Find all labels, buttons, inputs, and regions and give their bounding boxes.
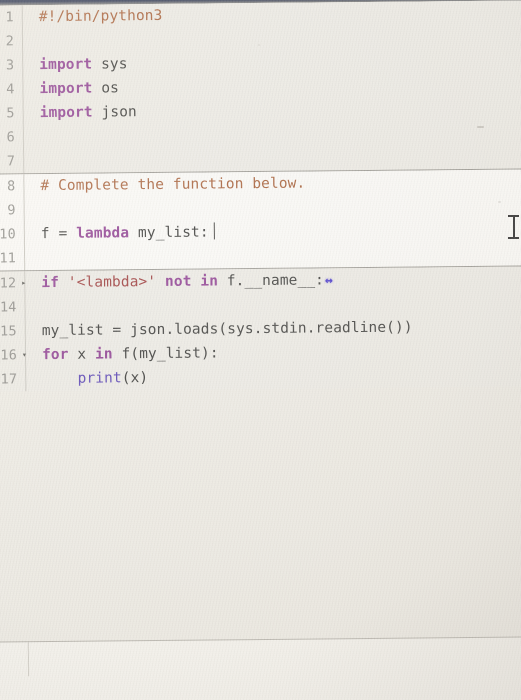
line-gutter: 17 bbox=[0, 367, 33, 391]
line-number: 3 bbox=[5, 57, 15, 74]
line-gutter: 7 bbox=[0, 149, 31, 173]
token-string: '<lambda>' bbox=[67, 273, 157, 291]
token-comment: #!/bin/python3 bbox=[38, 7, 163, 26]
line-gutter: 14 bbox=[0, 295, 33, 319]
token-plain: x bbox=[68, 346, 96, 363]
code-lines-editable: 8 # Complete the function below. 9 10 f = la… bbox=[0, 169, 521, 270]
line-number: 15 bbox=[0, 323, 17, 340]
token-keyword: not in bbox=[164, 272, 219, 290]
line-number: 4 bbox=[6, 81, 15, 98]
bottom-panel[interactable] bbox=[0, 636, 521, 700]
line-gutter: 9 bbox=[0, 198, 32, 222]
line-number: 17 bbox=[0, 371, 18, 388]
code-lines-header: 1 #!/bin/python3 2 3 import sys 4 import os 5 im… bbox=[0, 0, 521, 173]
line-gutter: 11 bbox=[0, 246, 32, 270]
line-number: 1 bbox=[5, 9, 14, 26]
code-region-editable[interactable]: 8 # Complete the function below. 9 10 f = la… bbox=[0, 169, 521, 271]
token-keyword: import bbox=[39, 80, 93, 98]
token-plain: os bbox=[92, 80, 120, 97]
line-gutter: 10 bbox=[0, 222, 32, 246]
mouse-ibeam-cursor bbox=[508, 214, 519, 240]
code-text[interactable] bbox=[32, 205, 521, 210]
line-gutter: 16 ▾ bbox=[0, 343, 33, 367]
token-comment: # Complete the function below. bbox=[40, 175, 306, 195]
token-plain: f = bbox=[40, 225, 77, 243]
code-line: 17 print(x) bbox=[0, 362, 521, 391]
line-gutter: 3 bbox=[0, 53, 30, 77]
line-number: 9 bbox=[7, 202, 16, 219]
line-gutter: 1 bbox=[0, 5, 30, 29]
token-plain: json bbox=[92, 104, 137, 121]
token-plain: sys bbox=[92, 56, 128, 73]
code-region-header-locked: 1 #!/bin/python3 2 3 import sys 4 import os 5 im… bbox=[0, 0, 521, 174]
token-keyword: if bbox=[41, 274, 60, 291]
code-region-footer-locked: 12 ▸ if '<lambda>' not in f.__name__:↔ 14 15… bbox=[0, 266, 521, 392]
photo-speck bbox=[498, 201, 501, 203]
line-gutter: 15 bbox=[0, 319, 33, 343]
token-keyword: lambda bbox=[76, 225, 130, 242]
line-number: 2 bbox=[5, 33, 15, 50]
token-keyword: import bbox=[39, 104, 93, 122]
code-text: print(x) bbox=[33, 362, 521, 391]
token-plain: (x) bbox=[121, 370, 149, 387]
fold-collapsed-icon[interactable]: ▸ bbox=[19, 278, 28, 287]
fold-expanded-icon[interactable]: ▾ bbox=[20, 350, 29, 359]
line-gutter: 8 bbox=[0, 174, 32, 198]
collapsed-fold-indicator[interactable]: ↔ bbox=[325, 269, 333, 293]
token-plain: f(my_list): bbox=[112, 345, 219, 363]
editor-photo-plane: 1 #!/bin/python3 2 3 import sys 4 import os 5 im… bbox=[0, 0, 521, 700]
line-gutter: 2 bbox=[0, 29, 30, 53]
text-caret bbox=[213, 222, 216, 240]
line-number: 16 bbox=[0, 347, 18, 364]
line-gutter: 4 bbox=[0, 77, 31, 101]
code-text[interactable] bbox=[32, 253, 521, 258]
line-gutter: 6 bbox=[0, 125, 31, 149]
code-lines-footer: 12 ▸ if '<lambda>' not in f.__name__:↔ 14 15… bbox=[0, 266, 521, 391]
token-builtin: print bbox=[77, 370, 122, 387]
line-number: 8 bbox=[7, 178, 16, 195]
photo-speck bbox=[477, 126, 484, 128]
line-number: 5 bbox=[6, 105, 15, 122]
token-keyword: in bbox=[94, 346, 113, 363]
line-gutter: 5 bbox=[0, 101, 31, 125]
token-keyword: for bbox=[41, 346, 69, 364]
screenshot-root: 1 #!/bin/python3 2 3 import sys 4 import os 5 im… bbox=[0, 0, 521, 700]
line-number: 10 bbox=[0, 226, 16, 243]
token-plain: my_list: bbox=[129, 224, 209, 242]
token-plain: my_list = json.loads(sys.stdin.readline(… bbox=[41, 319, 413, 340]
line-number: 7 bbox=[6, 153, 16, 170]
line-number: 14 bbox=[0, 299, 17, 316]
line-number: 11 bbox=[0, 250, 17, 267]
token-plain: f.__name__: bbox=[217, 271, 325, 289]
line-number: 12 bbox=[0, 275, 17, 292]
photo-speck bbox=[258, 44, 260, 46]
code-editor[interactable]: 1 #!/bin/python3 2 3 import sys 4 import os 5 im… bbox=[0, 0, 521, 642]
line-gutter: 12 ▸ bbox=[0, 271, 32, 295]
token-keyword: import bbox=[39, 56, 93, 74]
bottom-panel-gutter-separator bbox=[27, 642, 30, 677]
line-number: 6 bbox=[6, 129, 16, 146]
